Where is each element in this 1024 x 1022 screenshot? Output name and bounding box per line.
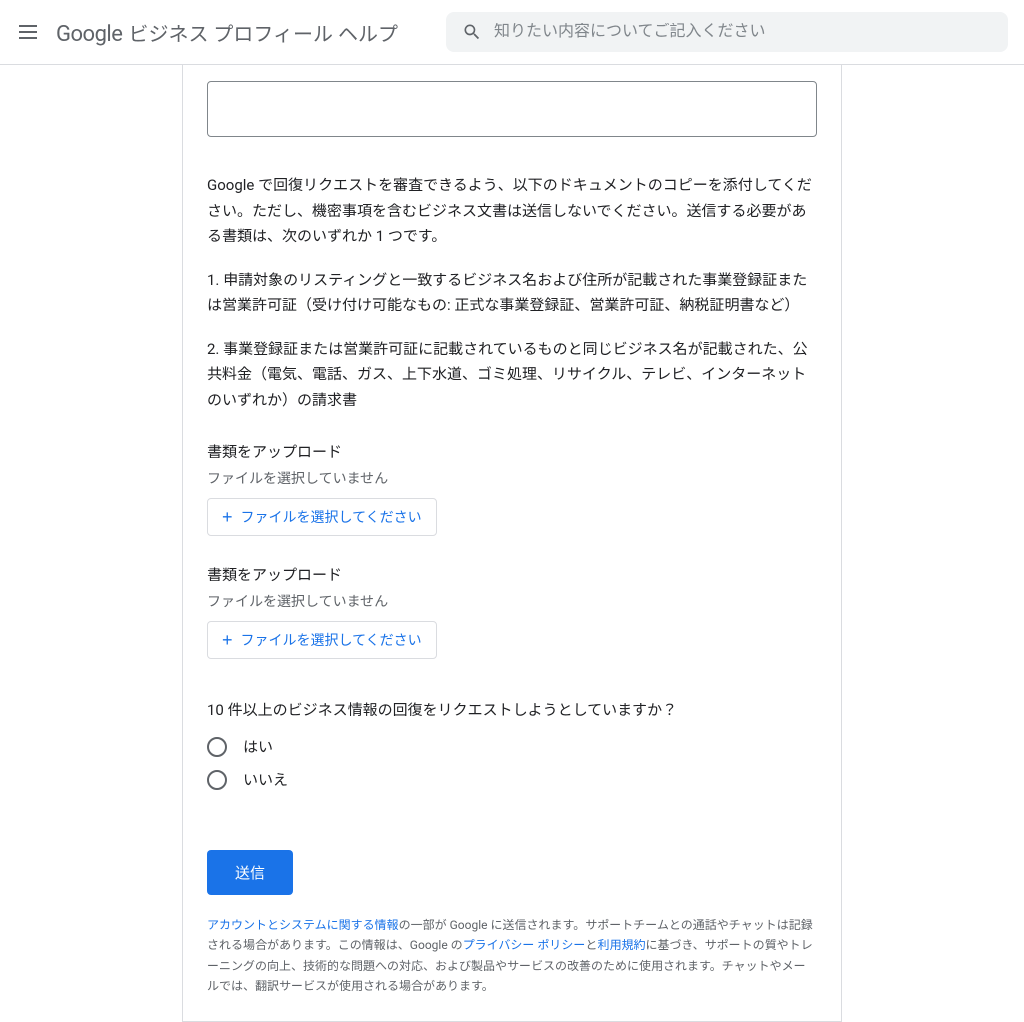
search-bar[interactable]	[446, 12, 1008, 52]
upload-button-1[interactable]: + ファイルを選択してください	[207, 498, 437, 536]
text-input-box[interactable]	[207, 81, 817, 137]
upload-label-1: 書類をアップロード	[207, 441, 817, 462]
list-item-2: 2. 事業登録証または営業許可証に記載されているものと同じビジネス名が記載された…	[207, 337, 817, 414]
radio-option-yes[interactable]: はい	[207, 736, 817, 757]
footer-t4: と	[585, 938, 597, 952]
upload-section-1: 書類をアップロード ファイルを選択していません + ファイルを選択してください	[207, 441, 817, 536]
upload-status-1: ファイルを選択していません	[207, 468, 817, 488]
search-input[interactable]	[494, 23, 992, 41]
radio-icon[interactable]	[207, 737, 227, 757]
logo-google: Google	[56, 22, 122, 47]
radio-option-no[interactable]: いいえ	[207, 769, 817, 790]
plus-icon: +	[222, 631, 233, 649]
search-icon	[462, 22, 482, 42]
question-text: 10 件以上のビジネス情報の回復をリクエストしようとしていますか？	[207, 699, 817, 720]
upload-button-2-label: ファイルを選択してください	[241, 630, 422, 650]
upload-button-1-label: ファイルを選択してください	[241, 507, 422, 527]
list-item-1: 1. 申請対象のリスティングと一致するビジネス名および住所が記載された事業登録証…	[207, 268, 817, 319]
submit-button[interactable]: 送信	[207, 850, 293, 895]
upload-section-2: 書類をアップロード ファイルを選択していません + ファイルを選択してください	[207, 564, 817, 659]
intro-text: Google で回復リクエストを審査できるよう、以下のドキュメントのコピーを添付…	[207, 173, 817, 250]
footer-link-account[interactable]: アカウントとシステムに関する情報	[207, 918, 399, 932]
upload-status-2: ファイルを選択していません	[207, 591, 817, 611]
upload-button-2[interactable]: + ファイルを選択してください	[207, 621, 437, 659]
radio-label-no: いいえ	[243, 769, 288, 790]
plus-icon: +	[222, 508, 233, 526]
upload-label-2: 書類をアップロード	[207, 564, 817, 585]
form-card: Google で回復リクエストを審査できるよう、以下のドキュメントのコピーを添付…	[182, 65, 842, 1022]
logo-text: ビジネス プロフィール ヘルプ	[128, 18, 398, 47]
radio-icon[interactable]	[207, 770, 227, 790]
footer-link-terms[interactable]: 利用規約	[597, 938, 645, 952]
header: Google ビジネス プロフィール ヘルプ	[0, 0, 1024, 65]
footer-link-privacy[interactable]: プライバシー ポリシー	[463, 938, 586, 952]
menu-icon[interactable]	[16, 20, 40, 44]
radio-label-yes: はい	[243, 736, 273, 757]
logo[interactable]: Google ビジネス プロフィール ヘルプ	[56, 18, 398, 47]
footer-text: アカウントとシステムに関する情報の一部が Google に送信されます。サポート…	[207, 915, 817, 997]
